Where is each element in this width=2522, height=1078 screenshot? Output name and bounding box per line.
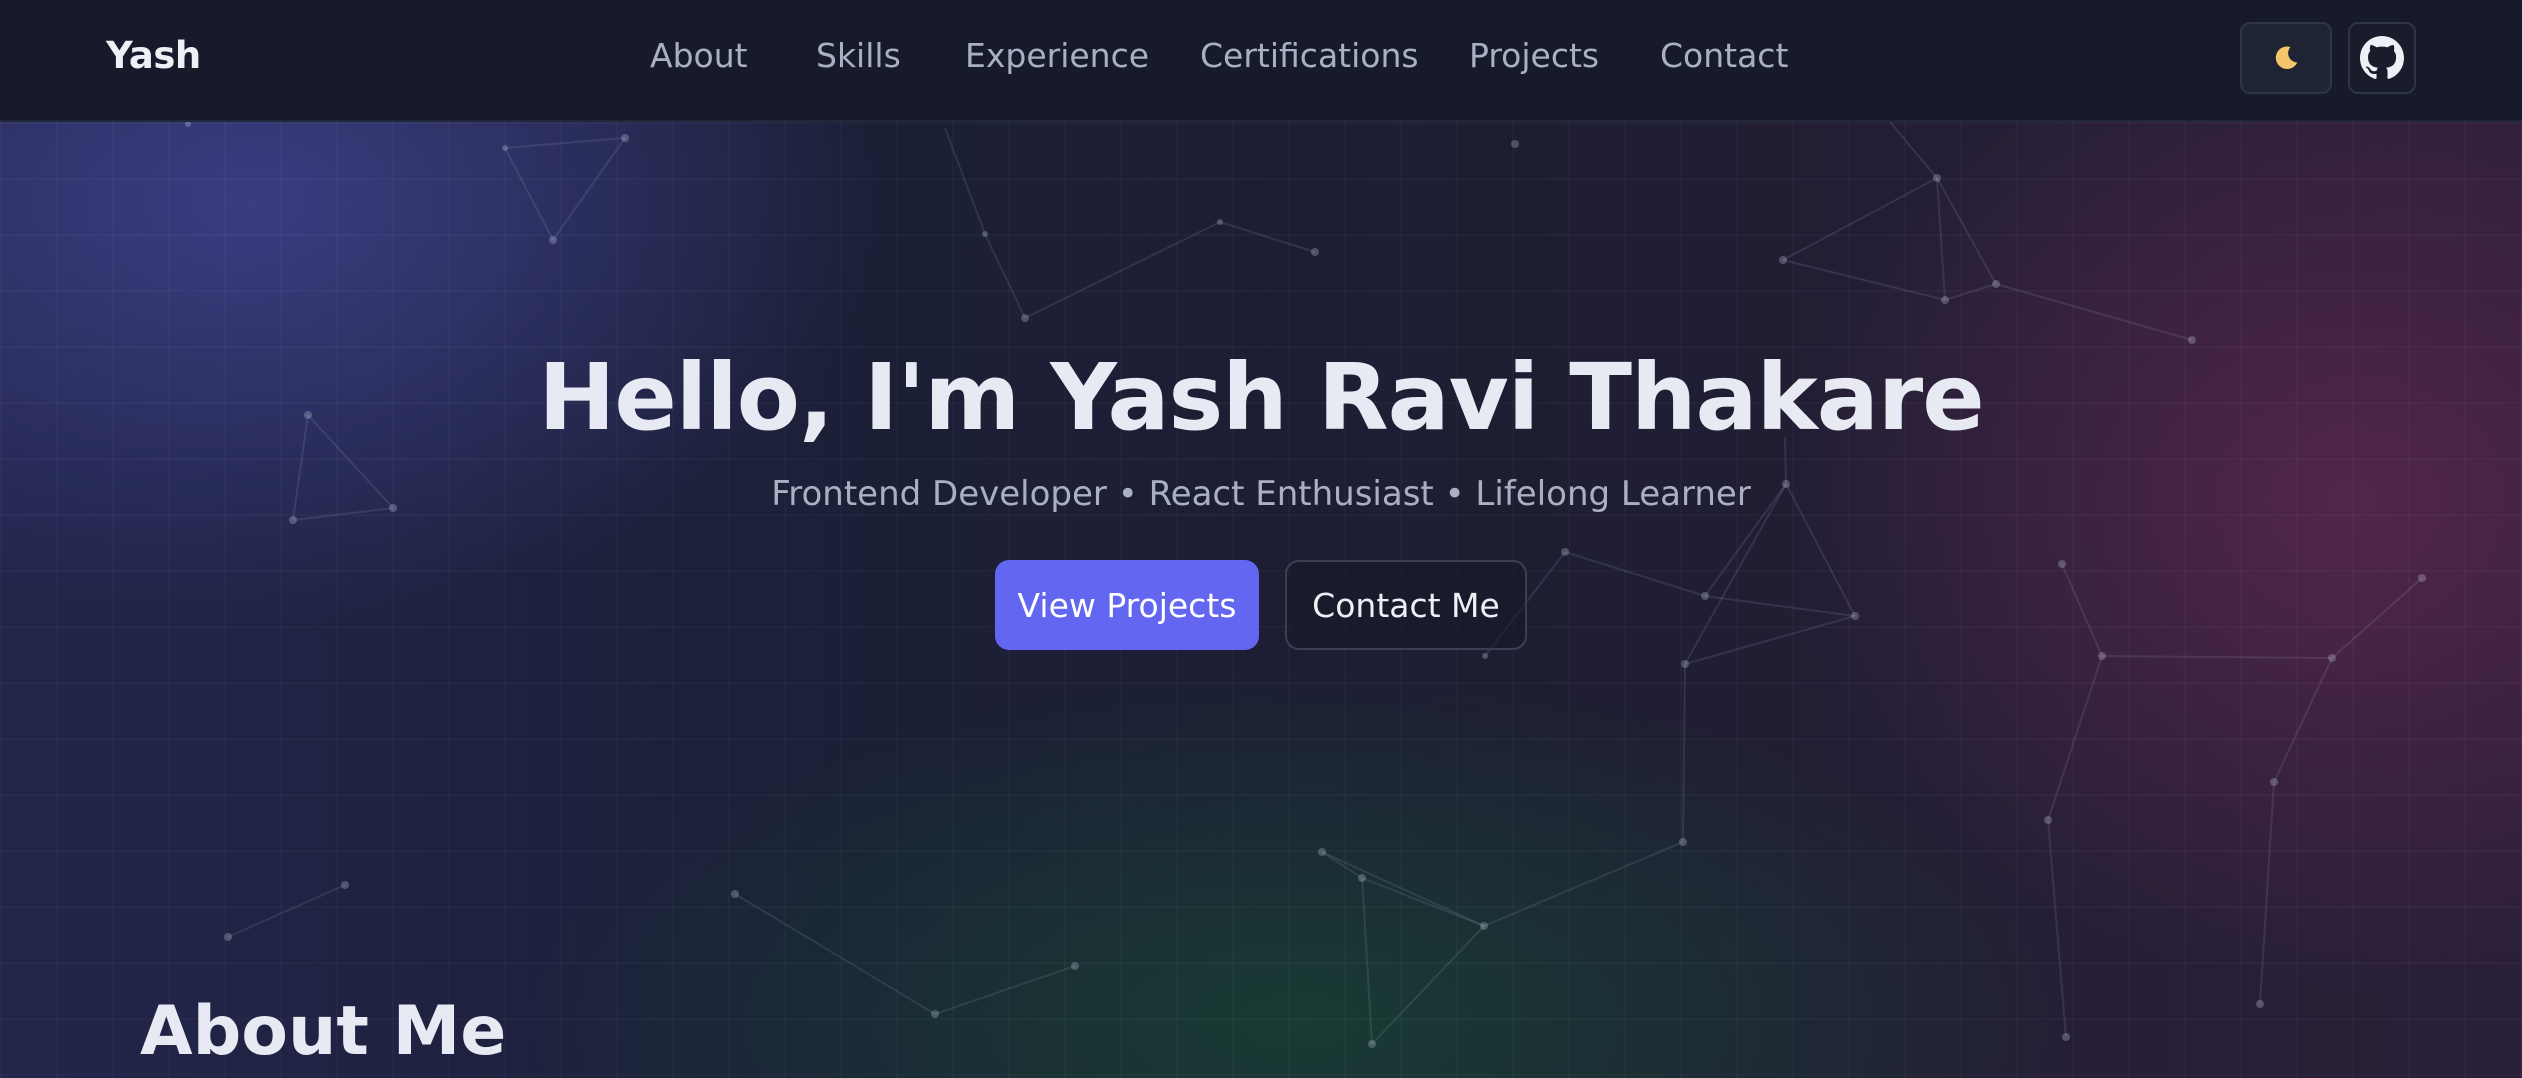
nav-link-about[interactable]: About: [650, 36, 748, 75]
hero-section: Hello, I'm Yash Ravi Thakare Frontend De…: [0, 122, 2522, 1078]
network-background: [185, 122, 2426, 1048]
moon-icon: [2275, 46, 2298, 69]
navbar: Yash About Skills Experience Certificati…: [0, 0, 2522, 122]
nav-link-contact[interactable]: Contact: [1660, 36, 1788, 75]
nav-link-projects[interactable]: Projects: [1469, 36, 1599, 75]
hero-subtitle: Frontend Developer • React Enthusiast • …: [771, 474, 1751, 514]
about-heading: About Me: [140, 992, 507, 1071]
nav-link-skills[interactable]: Skills: [816, 36, 901, 75]
theme-toggle-button[interactable]: [2240, 22, 2332, 94]
github-icon: [2360, 36, 2404, 79]
view-projects-button[interactable]: View Projects: [995, 560, 1259, 650]
nav-link-certifications[interactable]: Certifications: [1200, 36, 1419, 75]
nav-link-experience[interactable]: Experience: [965, 36, 1149, 75]
brand-logo[interactable]: Yash: [106, 34, 201, 77]
portfolio-page: Hello, I'm Yash Ravi Thakare Frontend De…: [0, 0, 2522, 1078]
github-button[interactable]: [2348, 22, 2416, 94]
hero-title: Hello, I'm Yash Ravi Thakare: [538, 344, 1984, 451]
contact-me-button[interactable]: Contact Me: [1285, 560, 1527, 650]
